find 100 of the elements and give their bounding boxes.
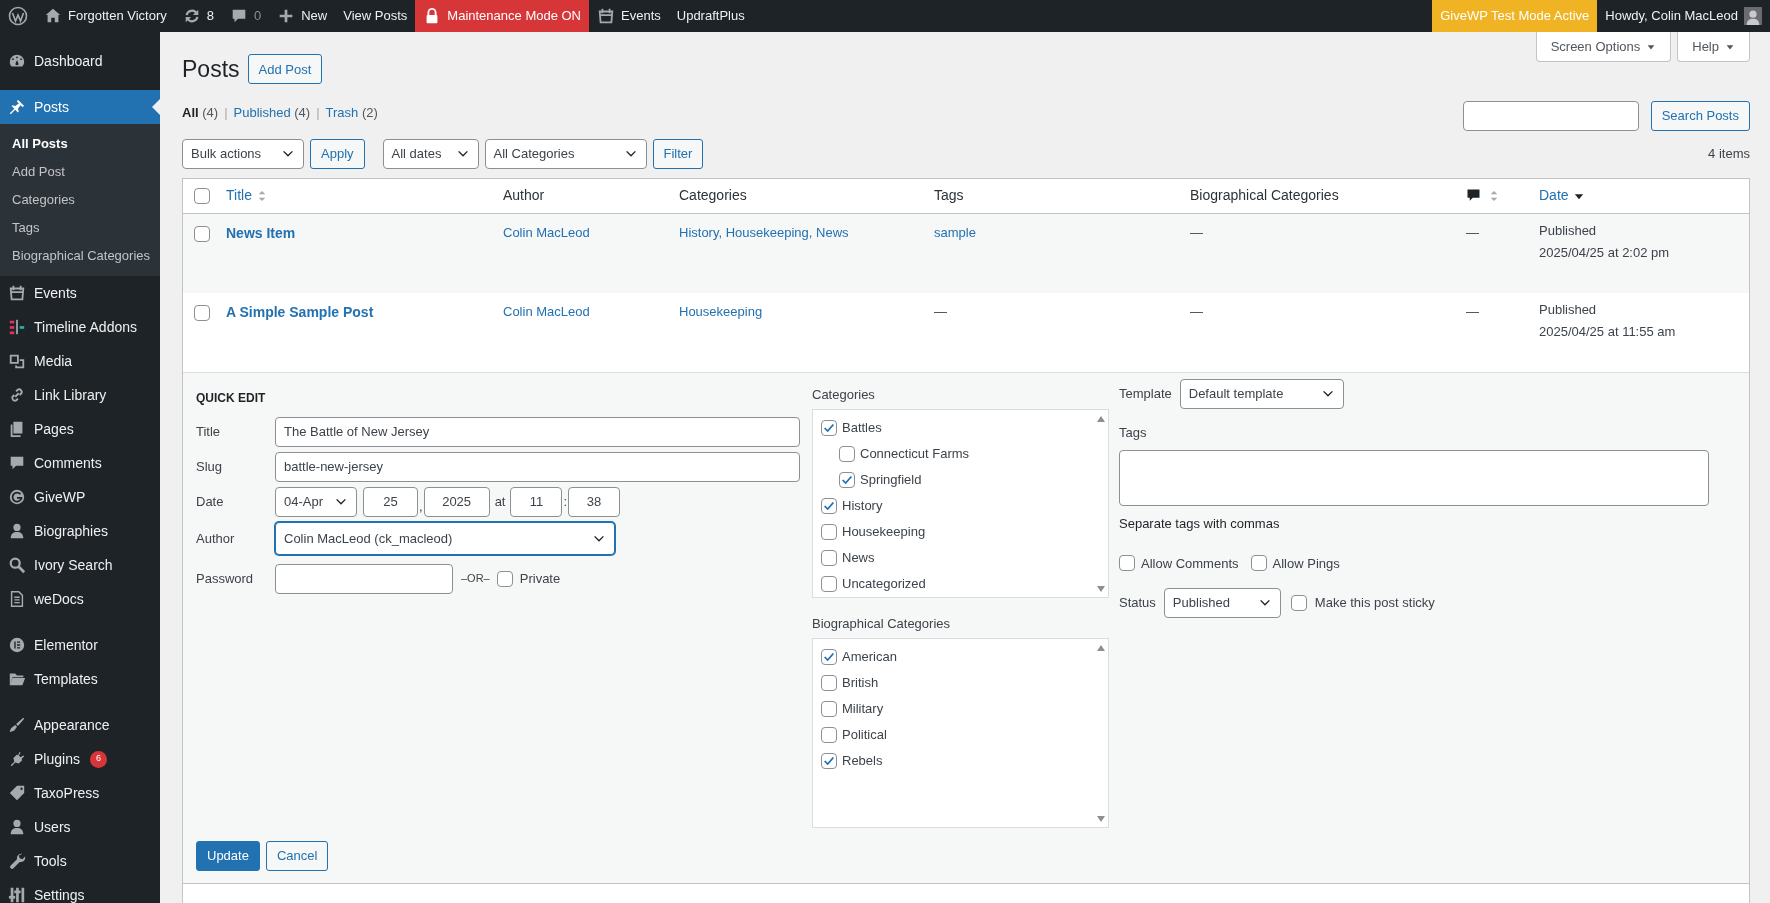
checkbox[interactable] <box>821 726 837 743</box>
sidebar-item[interactable]: Dashboard <box>0 44 160 78</box>
checkbox[interactable] <box>821 700 837 717</box>
sidebar-item[interactable]: Biographies <box>0 514 160 548</box>
input-field[interactable]: 38 <box>568 486 621 517</box>
sidebar-item[interactable]: Appearance <box>0 708 160 742</box>
checkbox[interactable] <box>821 752 837 769</box>
toolbar-link[interactable]: 8 <box>174 0 222 32</box>
column-header: Tags <box>934 186 964 205</box>
or-text: –OR– <box>461 571 490 587</box>
checkbox[interactable] <box>194 304 210 321</box>
submenu-item[interactable]: All Posts <box>0 130 160 158</box>
input-field[interactable]: 25 <box>363 486 418 517</box>
post-title-link[interactable]: News Item <box>226 224 296 241</box>
sidebar-item[interactable]: Plugins 6 <box>0 742 160 776</box>
checkbox[interactable] <box>821 549 837 566</box>
date-filter-select[interactable]: All dates <box>382 138 479 169</box>
bulk-actions-select[interactable]: Bulk actions <box>182 138 304 169</box>
view-filter-link[interactable]: Published (4) <box>233 102 311 123</box>
checkbox[interactable] <box>1290 595 1307 611</box>
toolbar-link[interactable]: 0 <box>222 0 270 32</box>
post-date: 2025/04/25 at 2:02 pm <box>1539 243 1671 262</box>
month-select[interactable]: 04-Apr <box>275 486 357 517</box>
help-tab[interactable]: Help <box>1677 32 1750 62</box>
field-label: Date <box>196 492 225 511</box>
e-circle-icon <box>8 636 26 654</box>
toolbar-link[interactable]: Events <box>589 0 669 32</box>
input-field[interactable]: 2025 <box>423 486 490 517</box>
account-menu[interactable]: Howdy, Colin MacLeod <box>1597 0 1770 32</box>
checkbox[interactable] <box>1250 555 1267 572</box>
search-posts-button[interactable]: Search Posts <box>1650 100 1750 131</box>
sidebar-item[interactable]: Events <box>0 276 160 310</box>
tag-link[interactable]: sample <box>934 224 976 240</box>
cancel-button[interactable]: Cancel <box>265 840 329 871</box>
checkbox[interactable] <box>496 570 513 587</box>
sidebar-item[interactable]: Ivory Search <box>0 548 160 582</box>
checkbox-label: Allow Pings <box>1272 554 1340 573</box>
status-select[interactable]: Published <box>1163 588 1281 618</box>
sidebar-item[interactable]: weDocs <box>0 582 160 616</box>
checkbox[interactable] <box>839 471 855 488</box>
toolbar-link[interactable]: View Posts <box>335 0 416 32</box>
toolbar-link[interactable]: Forgotten Victory <box>36 0 175 32</box>
sidebar-item[interactable]: Posts <box>0 90 160 124</box>
category-links[interactable]: Housekeeping <box>679 303 763 319</box>
comments-column-header[interactable] <box>1466 188 1499 203</box>
checkbox[interactable] <box>821 523 837 540</box>
input-field[interactable] <box>1462 100 1639 131</box>
checkbox[interactable] <box>821 575 837 592</box>
sidebar-item[interactable]: Comments <box>0 446 160 480</box>
submenu-item[interactable]: Tags <box>0 214 160 242</box>
wrench-icon <box>8 852 26 870</box>
toolbar-link[interactable]: New <box>269 0 336 32</box>
checkbox[interactable] <box>821 674 837 691</box>
screen-options-tab[interactable]: Screen Options <box>1535 32 1672 62</box>
submenu-item[interactable]: Biographical Categories <box>0 242 160 270</box>
checkbox[interactable] <box>821 497 837 514</box>
submenu-item[interactable]: Categories <box>0 186 160 214</box>
input-field[interactable]: 11 <box>510 486 563 517</box>
category-filter-select[interactable]: All Categories <box>484 138 647 169</box>
sidebar-item[interactable]: Templates <box>0 662 160 696</box>
sidebar-item[interactable]: Elementor <box>0 628 160 662</box>
column-header[interactable]: Date <box>1539 185 1584 206</box>
checkbox[interactable] <box>194 225 210 242</box>
category-links[interactable]: History, Housekeeping, News <box>679 224 849 240</box>
apply-button[interactable]: Apply <box>310 138 365 169</box>
scroll-down-icon <box>1095 583 1106 594</box>
author-link[interactable]: Colin MacLeod <box>503 224 590 240</box>
input-field[interactable]: battle-new-jersey <box>275 451 800 482</box>
update-button[interactable]: Update <box>196 840 260 871</box>
author-link[interactable]: Colin MacLeod <box>503 303 590 319</box>
checkbox[interactable] <box>194 187 210 204</box>
checkbox[interactable] <box>821 648 837 665</box>
view-filter-link[interactable]: All (4) <box>182 102 219 123</box>
filter-button[interactable]: Filter <box>652 138 704 169</box>
tags-textarea[interactable] <box>1119 450 1709 506</box>
view-filter-link[interactable]: Trash (2) <box>325 102 378 123</box>
sidebar-item[interactable]: Pages <box>0 412 160 446</box>
input-field[interactable]: The Battle of New Jersey <box>275 416 800 447</box>
input-field[interactable] <box>275 563 453 594</box>
sidebar-item[interactable]: Settings <box>0 878 160 903</box>
maintenance-mode-badge[interactable]: Maintenance Mode ON <box>415 0 589 32</box>
separator: : <box>562 492 569 511</box>
author-select[interactable]: Colin MacLeod (ck_macleod) <box>275 522 615 555</box>
template-select[interactable]: Default template <box>1179 378 1344 409</box>
post-title-link[interactable]: A Simple Sample Post <box>226 303 374 320</box>
sidebar-item[interactable]: Users <box>0 810 160 844</box>
table-cell: — <box>1466 303 1479 319</box>
sidebar-item[interactable]: Media <box>0 344 160 378</box>
sidebar-item[interactable]: Tools <box>0 844 160 878</box>
add-post-button[interactable]: Add Post <box>247 54 323 85</box>
sidebar-item[interactable]: Timeline Addons <box>0 310 160 344</box>
column-header[interactable]: Title <box>226 185 267 206</box>
checkbox[interactable] <box>839 445 855 462</box>
checkbox[interactable] <box>1119 555 1135 572</box>
sidebar-item[interactable]: Link Library <box>0 378 160 412</box>
toolbar-link[interactable]: UpdraftPlus <box>668 0 753 32</box>
sidebar-item[interactable]: GiveWP <box>0 480 160 514</box>
submenu-item[interactable]: Add Post <box>0 158 160 186</box>
checkbox[interactable] <box>821 419 837 436</box>
sidebar-item[interactable]: TaxoPress <box>0 776 160 810</box>
